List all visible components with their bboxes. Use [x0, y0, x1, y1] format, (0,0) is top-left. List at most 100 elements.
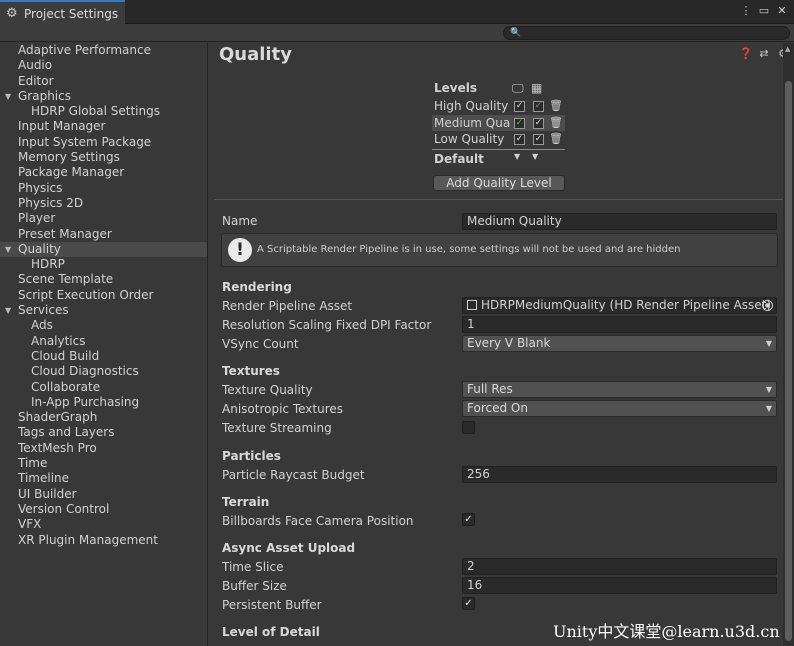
close-icon[interactable]: ✕	[776, 4, 788, 18]
texture-streaming-checkbox[interactable]	[462, 421, 475, 434]
expand-arrow-icon[interactable]: ▼	[5, 303, 11, 318]
name-label: Name	[222, 214, 258, 228]
quality-level-row[interactable]: Low Quality ✓ ✓ 🗑	[432, 131, 572, 148]
standalone-checkbox[interactable]: ✓	[533, 101, 544, 112]
expand-arrow-icon[interactable]: ▼	[5, 89, 11, 104]
desktop-checkbox[interactable]: ✓	[514, 134, 525, 145]
default-label: Default	[434, 151, 484, 166]
sidebar-item-label: HDRP	[31, 257, 65, 272]
sidebar-item-audio[interactable]: Audio	[0, 58, 207, 73]
sidebar-item-label: UI Builder	[18, 486, 77, 501]
standalone-default-dropdown[interactable]: ▼	[532, 152, 538, 161]
scroll-thumb[interactable]	[785, 81, 792, 641]
sidebar-item-label: Analytics	[31, 333, 86, 348]
sidebar-item-hdrp-global-settings[interactable]: HDRP Global Settings	[0, 104, 207, 119]
sidebar-item-label: Preset Manager	[18, 226, 112, 241]
persistent-buffer-checkbox[interactable]: ✓	[462, 597, 475, 610]
desktop-checkbox[interactable]: ✓	[514, 117, 525, 129]
buffer-size-label: Buffer Size	[222, 579, 287, 593]
desktop-icon: 🖵	[512, 81, 524, 95]
sidebar-item-physics-2d[interactable]: Physics 2D	[0, 196, 207, 211]
texture-quality-dropdown[interactable]: Full Res ▼	[462, 381, 777, 398]
sidebar-item-label: Input Manager	[18, 119, 106, 134]
default-row: Default ▼ ▼	[432, 148, 565, 167]
trash-icon[interactable]: 🗑	[549, 98, 563, 115]
sidebar-item-textmesh-pro[interactable]: TextMesh Pro	[0, 441, 207, 456]
standalone-icon: ▦	[531, 81, 543, 95]
sidebar-item-quality[interactable]: ▼ Quality	[0, 241, 207, 258]
maximize-icon[interactable]: ▭	[758, 4, 770, 18]
preset-icon[interactable]: ⇄	[758, 48, 770, 60]
sidebar-item-script-execution-order[interactable]: Script Execution Order	[0, 288, 207, 303]
trash-icon[interactable]: 🗑	[549, 115, 563, 132]
name-field[interactable]: Medium Quality	[462, 213, 777, 230]
sidebar-item-time[interactable]: Time	[0, 456, 207, 471]
sidebar-item-label: Player	[18, 211, 56, 226]
raycast-budget-field[interactable]: 256	[462, 466, 777, 483]
help-icon[interactable]: ❓	[739, 48, 753, 60]
expand-arrow-icon[interactable]: ▼	[5, 242, 11, 257]
desktop-default-dropdown[interactable]: ▼	[514, 152, 520, 161]
sidebar-item-cloud-build[interactable]: Cloud Build	[0, 349, 207, 364]
sidebar-item-shadergraph[interactable]: ShaderGraph	[0, 410, 207, 425]
sidebar-item-ads[interactable]: Ads	[0, 318, 207, 333]
sidebar-item-label: Timeline	[18, 471, 70, 486]
sidebar-item-version-control[interactable]: Version Control	[0, 502, 207, 517]
dpi-factor-field[interactable]: 1	[462, 316, 777, 333]
sidebar-item-physics[interactable]: Physics	[0, 181, 207, 196]
sidebar-item-label: Ads	[31, 318, 53, 333]
desktop-checkbox[interactable]: ✓	[514, 101, 525, 112]
sidebar-item-ui-builder[interactable]: UI Builder	[0, 487, 207, 502]
standalone-checkbox[interactable]: ✓	[533, 117, 544, 129]
sidebar-item-player[interactable]: Player	[0, 211, 207, 226]
sidebar-item-services[interactable]: ▼ Services	[0, 303, 207, 318]
quality-level-row[interactable]: Medium Quality ✓ ✓ 🗑	[432, 114, 565, 132]
sidebar-item-label: Package Manager	[18, 165, 125, 180]
quality-level-row[interactable]: High Quality ✓ ✓ 🗑	[432, 98, 572, 115]
anisotropic-dropdown[interactable]: Forced On ▼	[462, 400, 777, 417]
sidebar-item-memory-settings[interactable]: Memory Settings	[0, 150, 207, 165]
sidebar-item-cloud-diagnostics[interactable]: Cloud Diagnostics	[0, 364, 207, 379]
sidebar-item-editor[interactable]: Editor	[0, 74, 207, 89]
sidebar-item-vfx[interactable]: VFX	[0, 517, 207, 532]
sidebar-item-input-system-package[interactable]: Input System Package	[0, 135, 207, 150]
sidebar-item-collaborate[interactable]: Collaborate	[0, 380, 207, 395]
search-input[interactable]: 🔍	[503, 26, 790, 40]
scroll-up-icon[interactable]: ▲	[785, 45, 790, 53]
sidebar-item-label: Scene Template	[18, 272, 114, 287]
scrollbar[interactable]: ▲	[783, 43, 794, 646]
tab-project-settings[interactable]: ⚙ Project Settings	[0, 0, 125, 25]
tab-label: Project Settings	[24, 6, 119, 21]
add-quality-level-button[interactable]: Add Quality Level	[433, 175, 565, 191]
asset-icon	[467, 300, 477, 310]
more-icon[interactable]: ⋮	[740, 4, 752, 18]
object-picker-icon[interactable]: ●	[762, 300, 773, 311]
sidebar-item-label: Graphics	[18, 88, 71, 103]
main-panel: Quality ❓ ⇄ ⚙ Levels 🖵 ▦ High Quality ✓ ✓ 🗑…	[209, 43, 783, 646]
sidebar-item-in-app-purchasing[interactable]: In-App Purchasing	[0, 395, 207, 410]
quality-level-name: Medium Quality	[434, 115, 510, 130]
render-pipeline-field[interactable]: HDRPMediumQuality (HD Render Pipeline As…	[462, 297, 777, 314]
buffer-size-field[interactable]: 16	[462, 577, 777, 594]
sidebar-item-preset-manager[interactable]: Preset Manager	[0, 227, 207, 242]
vsync-dropdown[interactable]: Every V Blank ▼	[462, 335, 777, 352]
sidebar-item-tags-and-layers[interactable]: Tags and Layers	[0, 425, 207, 440]
sidebar-item-package-manager[interactable]: Package Manager	[0, 165, 207, 180]
sidebar-item-graphics[interactable]: ▼ Graphics	[0, 89, 207, 104]
header-icons: ❓ ⇄ ⚙	[739, 48, 783, 60]
trash-icon[interactable]: 🗑	[549, 131, 563, 148]
sidebar-item-timeline[interactable]: Timeline	[0, 471, 207, 486]
sidebar-item-hdrp[interactable]: HDRP	[0, 257, 207, 272]
time-slice-field[interactable]: 2	[462, 558, 777, 575]
sidebar-item-adaptive-performance[interactable]: Adaptive Performance	[0, 43, 207, 58]
render-pipeline-label: Render Pipeline Asset	[222, 299, 353, 313]
window-buttons: ⋮ ▭ ✕	[740, 4, 788, 18]
sidebar-item-analytics[interactable]: Analytics	[0, 334, 207, 349]
sidebar-item-label: Services	[18, 303, 69, 318]
standalone-checkbox[interactable]: ✓	[533, 134, 544, 145]
billboard-checkbox[interactable]: ✓	[462, 513, 475, 526]
sidebar-item-scene-template[interactable]: Scene Template	[0, 272, 207, 287]
sidebar-item-input-manager[interactable]: Input Manager	[0, 119, 207, 134]
sidebar-item-xr-plugin-management[interactable]: XR Plugin Management	[0, 533, 207, 548]
page-title: Quality	[219, 44, 292, 65]
